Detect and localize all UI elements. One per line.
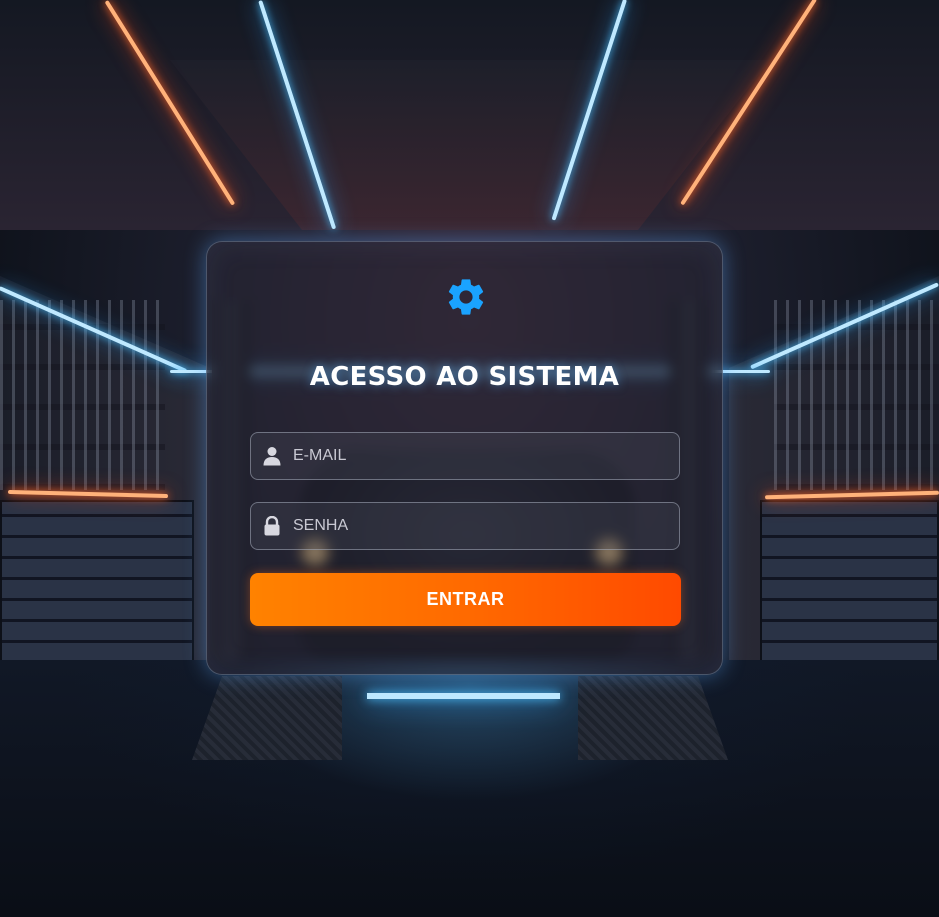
login-title: ACESSO AO SISTEMA bbox=[309, 362, 620, 392]
garage-background: ACESSO AO SISTEMA ENTRAR bbox=[0, 0, 939, 917]
submit-button[interactable]: ENTRAR bbox=[250, 573, 681, 626]
lock-icon bbox=[264, 516, 280, 536]
gear-icon bbox=[448, 279, 484, 315]
right-tool-board bbox=[774, 300, 939, 490]
right-tool-cabinet bbox=[760, 500, 939, 684]
email-field[interactable] bbox=[250, 432, 680, 480]
email-input[interactable] bbox=[293, 433, 673, 479]
left-tool-board bbox=[0, 300, 165, 490]
lift-light bbox=[367, 693, 560, 699]
left-tool-cabinet bbox=[0, 500, 194, 684]
password-field[interactable] bbox=[250, 502, 680, 550]
user-icon bbox=[263, 447, 281, 466]
password-input[interactable] bbox=[293, 503, 673, 549]
